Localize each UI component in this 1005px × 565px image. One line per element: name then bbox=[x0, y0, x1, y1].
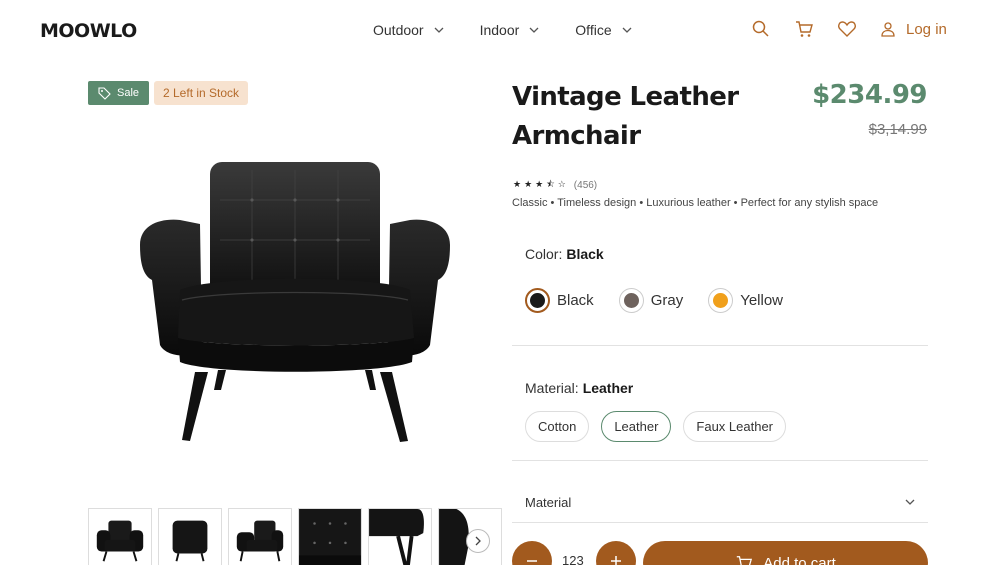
material-option-cotton[interactable]: Cotton bbox=[525, 411, 590, 442]
minus-icon bbox=[527, 560, 537, 562]
quantity-decrease-button[interactable] bbox=[512, 541, 552, 565]
thumbnail-image bbox=[236, 520, 284, 562]
product-price: $234.99 bbox=[812, 80, 927, 110]
heart-icon[interactable] bbox=[837, 19, 857, 39]
search-icon[interactable] bbox=[751, 19, 771, 39]
thumbnail-image bbox=[172, 520, 208, 562]
add-to-cart-button[interactable]: Add to cart bbox=[643, 541, 928, 565]
chevron-down-icon bbox=[434, 27, 444, 33]
user-icon bbox=[881, 22, 895, 37]
thumbnails-next-button[interactable] bbox=[466, 529, 490, 553]
material-options: Cotton Leather Faux Leather bbox=[525, 411, 798, 442]
thumbnail-3[interactable] bbox=[228, 508, 292, 565]
nav-indoor[interactable]: Indoor bbox=[480, 22, 540, 38]
cart-icon[interactable] bbox=[794, 19, 814, 39]
color-option-label: Yellow bbox=[740, 292, 784, 309]
product-title: Vintage Leather Armchair bbox=[512, 82, 739, 151]
color-selected-value: Black bbox=[566, 246, 604, 262]
chevron-down-icon bbox=[905, 499, 915, 505]
color-option-label: Black bbox=[557, 292, 594, 309]
sale-badge-label: Sale bbox=[117, 87, 140, 99]
material-label-text: Material: bbox=[525, 380, 579, 396]
nav-outdoor[interactable]: Outdoor bbox=[373, 22, 444, 38]
product-image bbox=[140, 162, 450, 442]
color-ring bbox=[708, 288, 734, 313]
color-option-gray[interactable]: Gray bbox=[618, 288, 684, 313]
thumbnail-2[interactable] bbox=[158, 508, 222, 565]
color-dot bbox=[713, 293, 729, 308]
add-to-cart-label: Add to cart bbox=[763, 554, 836, 565]
thumbnail-strip bbox=[88, 508, 503, 565]
quantity-increase-button[interactable] bbox=[596, 541, 636, 565]
chevron-down-icon bbox=[529, 27, 539, 33]
divider bbox=[512, 522, 928, 523]
color-dot bbox=[623, 293, 639, 308]
nav-indoor-label: Indoor bbox=[479, 22, 520, 38]
accordion-label: Material bbox=[525, 494, 572, 510]
quantity-value[interactable]: 123 bbox=[562, 553, 584, 565]
product-old-price: $3,14.99 bbox=[868, 121, 927, 138]
nav-office-label: Office bbox=[575, 22, 612, 38]
thumbnail-1[interactable] bbox=[88, 508, 152, 565]
login-button[interactable]: Log in bbox=[880, 21, 947, 38]
color-ring bbox=[618, 288, 644, 313]
cart-icon bbox=[737, 556, 753, 565]
main-nav: Outdoor Indoor Office bbox=[373, 22, 668, 38]
material-option-faux-leather[interactable]: Faux Leather bbox=[683, 411, 787, 442]
divider bbox=[512, 345, 928, 346]
divider bbox=[512, 460, 928, 461]
thumbnail-4[interactable] bbox=[298, 508, 362, 565]
material-selected-value: Leather bbox=[582, 380, 634, 396]
color-dot bbox=[530, 293, 545, 308]
material-option-leather[interactable]: Leather bbox=[601, 411, 672, 442]
color-swatches: Black Gray Yellow bbox=[525, 288, 808, 313]
color-option-black[interactable]: Black bbox=[525, 288, 594, 313]
login-label: Log in bbox=[906, 20, 947, 38]
color-label-text: Color: bbox=[525, 246, 563, 262]
thumbnail-image bbox=[369, 509, 424, 565]
chevron-down-icon bbox=[622, 27, 632, 33]
product-tagline: Classic • Timeless design • Luxurious le… bbox=[512, 197, 879, 209]
rating[interactable]: ★★★⯪☆ (456) bbox=[513, 177, 597, 193]
color-option-label: Gray bbox=[650, 292, 684, 309]
color-ring bbox=[525, 288, 550, 313]
stock-badge: 2 Left in Stock bbox=[154, 81, 249, 105]
nav-outdoor-label: Outdoor bbox=[373, 22, 424, 38]
material-label: Material: Leather bbox=[525, 380, 633, 396]
color-label: Color: Black bbox=[525, 246, 604, 262]
plus-icon bbox=[611, 556, 621, 565]
logo[interactable]: MOOWLO bbox=[40, 20, 137, 42]
thumbnail-5[interactable] bbox=[368, 508, 432, 565]
material-accordion[interactable]: Material bbox=[512, 482, 928, 522]
header-actions: Log in bbox=[751, 19, 947, 39]
rating-stars: ★★★⯪☆ bbox=[513, 179, 569, 189]
tag-icon bbox=[98, 86, 111, 100]
sale-badge: Sale bbox=[88, 81, 150, 105]
rating-count: (456) bbox=[573, 179, 598, 191]
thumbnail-image bbox=[299, 509, 361, 565]
thumbnail-image bbox=[96, 520, 144, 562]
chevron-right-icon bbox=[475, 536, 481, 546]
nav-office[interactable]: Office bbox=[575, 22, 632, 38]
color-option-yellow[interactable]: Yellow bbox=[708, 288, 783, 313]
